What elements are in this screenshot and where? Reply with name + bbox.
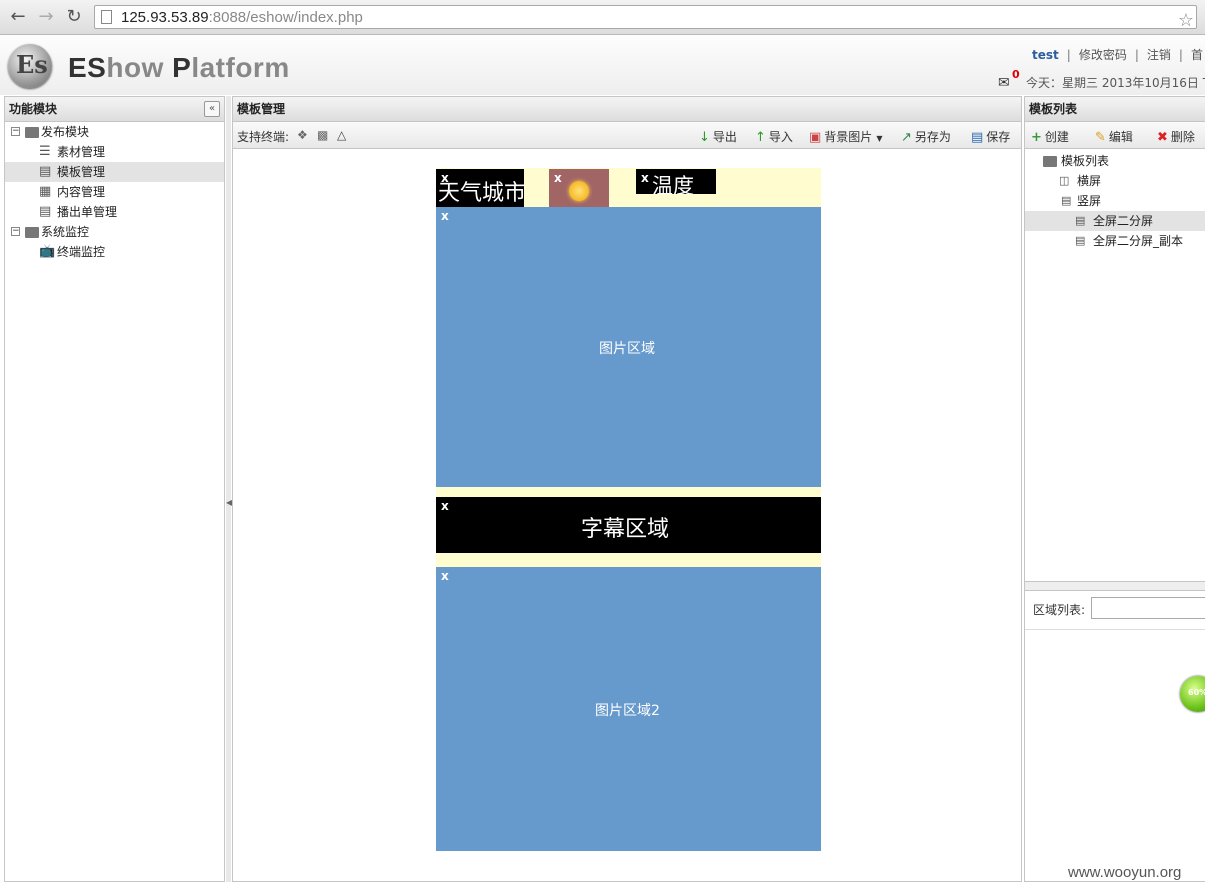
folder-icon <box>25 227 39 238</box>
tree-item-material[interactable]: ☰ 素材管理 <box>5 142 224 162</box>
collapse-toggle-icon[interactable]: − <box>11 227 20 236</box>
close-icon[interactable]: x <box>441 209 449 223</box>
close-icon[interactable]: x <box>441 499 449 513</box>
reload-icon[interactable]: ↻ <box>62 5 86 29</box>
tree-root-templates[interactable]: 模板列表 <box>1025 151 1205 171</box>
collapse-panel-icon[interactable]: « <box>204 101 220 117</box>
sun-icon <box>569 181 589 201</box>
close-icon[interactable]: x <box>441 569 449 583</box>
function-module-panel: 功能模块 « − 发布模块 ☰ 素材管理 ▤ 模板管理 ▦ 内容管理 ▤ 播出单… <box>4 96 225 882</box>
region-label: 图片区域2 <box>595 703 660 719</box>
weather-city-region[interactable]: x 天气城市 <box>436 169 527 209</box>
image-icon: ▣ <box>809 130 822 145</box>
pencil-icon: ✎ <box>1095 130 1106 145</box>
document-icon: ▤ <box>39 204 52 219</box>
temperature-region[interactable]: x 温度 <box>636 169 716 198</box>
save-as-button[interactable]: ↗ 另存为 <box>901 128 951 145</box>
panel-title: 功能模块 <box>5 97 224 122</box>
background-image-button[interactable]: ▣ 背景图片 ▼ <box>809 128 882 145</box>
mail-count-badge: 0 <box>1012 68 1020 81</box>
panel-splitter[interactable]: ◀ <box>226 96 232 882</box>
tree-item-terminal[interactable]: 📺 终端监控 <box>5 242 224 262</box>
region-list-label: 区域列表: <box>1033 603 1086 617</box>
folder-icon <box>25 127 39 138</box>
address-bar[interactable]: 125.93.53.89:8088/eshow/index.php ☆ <box>94 5 1197 31</box>
delete-button[interactable]: ✖ 删除 <box>1157 128 1195 145</box>
brand-title: EShow Platform <box>68 52 290 83</box>
tv-icon: 📺 <box>39 244 56 259</box>
windows-icon: ❖ <box>297 128 308 142</box>
tree-item-fullscreen-split[interactable]: ▤ 全屏二分屏 <box>1025 211 1205 231</box>
image-region-2[interactable]: x 图片区域2 <box>436 567 821 851</box>
user-link[interactable]: test <box>1032 48 1059 62</box>
delete-x-icon: ✖ <box>1157 130 1168 145</box>
logout-link[interactable]: 注销 <box>1147 48 1171 62</box>
split-template-icon: ▤ <box>1075 234 1086 247</box>
mail-icon[interactable]: ✉ <box>998 75 1010 91</box>
folder-icon <box>1043 156 1057 167</box>
landscape-icon: ◫ <box>1059 174 1070 187</box>
android-icon: ▩ <box>317 128 329 142</box>
region-label: 字幕区域 <box>581 517 670 542</box>
back-icon[interactable]: ← <box>6 5 30 29</box>
template-icon: ▤ <box>39 164 52 179</box>
tree-item-landscape[interactable]: ◫ 横屏 <box>1025 171 1205 191</box>
forward-icon[interactable]: → <box>34 5 58 29</box>
image-region-1[interactable]: x 图片区域 <box>436 207 821 487</box>
region-label: 温度 <box>652 174 694 198</box>
top-links: test | 修改密码 | 注销 | 首 <box>1032 48 1203 62</box>
url-host: 125.93.53.89 <box>121 9 209 26</box>
template-canvas: x 天气城市 x x 温度 x 图片区域 x 字幕区域 x 图片区域2 <box>233 149 1021 881</box>
panel-title: 模板列表 <box>1025 97 1205 122</box>
url-path: :8088/eshow/index.php <box>208 9 363 26</box>
floppy-icon: ▤ <box>971 130 984 145</box>
import-button[interactable]: ↑ 导入 <box>755 128 793 145</box>
region-list-select[interactable] <box>1091 597 1205 619</box>
export-arrow-icon: ↓ <box>699 130 710 145</box>
portrait-icon: ▤ <box>1061 194 1072 207</box>
page-icon <box>101 10 112 24</box>
change-password-link[interactable]: 修改密码 <box>1079 48 1127 62</box>
panel-divider[interactable] <box>1025 581 1205 591</box>
close-icon[interactable]: x <box>641 171 649 185</box>
tree-item-publish[interactable]: − 发布模块 <box>5 122 224 142</box>
panel-title: 模板管理 <box>233 97 1021 122</box>
template-toolbar: 支持终端: ❖ ▩ △ ↓ 导出 ↑ 导入 ▣ 背景图片 ▼ ↗ 另存为 ▤ 保存 <box>233 122 1021 149</box>
split-template-icon: ▤ <box>1075 214 1086 227</box>
dropdown-icon: ▼ <box>876 134 883 143</box>
region-label: 图片区域 <box>599 341 655 357</box>
tree-item-template[interactable]: ▤ 模板管理 <box>5 162 224 182</box>
linux-icon: △ <box>337 128 347 142</box>
support-terminal-label: 支持终端: <box>237 130 290 144</box>
region-label: 天气城市 <box>438 181 527 206</box>
template-list-panel: 模板列表 + 创建 ✎ 编辑 ✖ 删除 模板列表 ◫ 横屏 ▤ 竖屏 ▤ 全屏二分屏 … <box>1024 96 1205 882</box>
browser-toolbar: ← → ↻ 125.93.53.89:8088/eshow/index.php … <box>0 0 1205 35</box>
tree-item-fullscreen-split-copy[interactable]: ▤ 全屏二分屏_副本 <box>1025 231 1205 251</box>
tree-item-monitor[interactable]: − 系统监控 <box>5 222 224 242</box>
tree-item-portrait[interactable]: ▤ 竖屏 <box>1025 191 1205 211</box>
watermark: www.wooyun.org <box>1068 864 1182 881</box>
save-as-icon: ↗ <box>901 130 912 145</box>
date-text: 今天：星期三 2013年10月16日 T <box>1026 76 1205 90</box>
bookmark-star-icon[interactable]: ☆ <box>1178 10 1194 31</box>
home-link[interactable]: 首 <box>1191 48 1203 62</box>
template-list-toolbar: + 创建 ✎ 编辑 ✖ 删除 <box>1025 122 1205 149</box>
eshow-logo: Es <box>8 44 52 88</box>
list-icon: ☰ <box>39 144 51 159</box>
grid-icon: ▦ <box>39 184 52 199</box>
create-button[interactable]: + 创建 <box>1031 128 1069 145</box>
collapse-toggle-icon[interactable]: − <box>11 127 20 136</box>
save-button[interactable]: ▤ 保存 <box>971 128 1010 145</box>
tree-item-content[interactable]: ▦ 内容管理 <box>5 182 224 202</box>
template-manage-panel: 模板管理 支持终端: ❖ ▩ △ ↓ 导出 ↑ 导入 ▣ 背景图片 ▼ ↗ 另存为 ▤ 保存… <box>232 96 1022 882</box>
close-icon[interactable]: x <box>554 171 562 185</box>
divider <box>1025 629 1205 630</box>
subtitle-region[interactable]: x 字幕区域 <box>436 497 821 553</box>
import-arrow-icon: ↑ <box>755 130 766 145</box>
tree-item-playlist[interactable]: ▤ 播出单管理 <box>5 202 224 222</box>
plus-icon: + <box>1031 130 1042 145</box>
export-button[interactable]: ↓ 导出 <box>699 128 737 145</box>
edit-button[interactable]: ✎ 编辑 <box>1095 128 1133 145</box>
